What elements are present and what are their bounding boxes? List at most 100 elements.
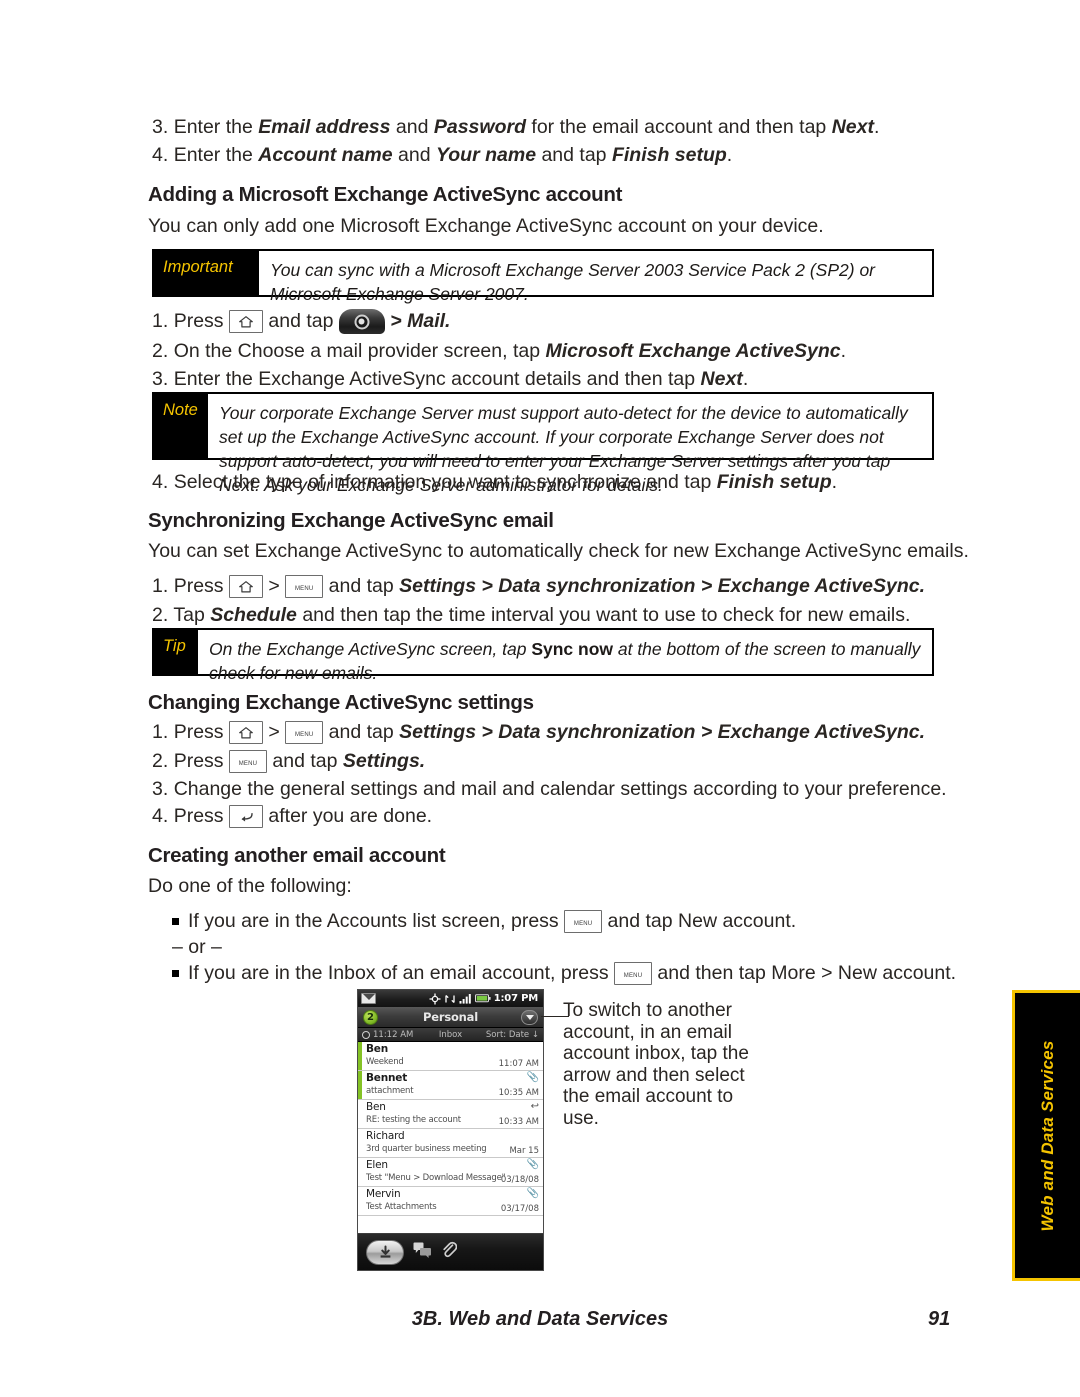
battery-icon — [474, 994, 491, 1003]
paperclip-icon[interactable] — [441, 1240, 458, 1264]
bullet-text-mid: and tap — [607, 910, 673, 932]
menu-key-icon[interactable]: menu — [564, 910, 603, 934]
phone-status-bar: 1:07 PM — [358, 990, 543, 1007]
step-number: 1. — [152, 310, 169, 332]
replied-icon: ↩ — [530, 1101, 539, 1112]
account-name-label: Personal — [423, 1010, 478, 1024]
status-right-icons: 1:07 PM — [429, 993, 540, 1005]
section-tab-label: Web and Data Services — [1037, 1040, 1057, 1231]
table-row[interactable]: Ben Weekend 11:07 AM — [358, 1042, 543, 1071]
table-row[interactable]: Richard 3rd quarter business meeting Mar… — [358, 1129, 543, 1158]
email-row-content — [362, 1216, 543, 1233]
step-text-pre: On the Choose a mail provider screen, ta… — [173, 340, 546, 362]
step-text: Change the general settings and mail and… — [173, 778, 947, 800]
step-text-post: . — [873, 116, 880, 138]
step-label-and-tap: and tap — [272, 750, 338, 772]
step-emphasis-finish-setup: Finish setup — [716, 471, 832, 493]
step-number: 3. — [152, 778, 169, 800]
bullet-text-pre: If you are in the Inbox of an email acco… — [188, 962, 609, 984]
heading-creating-another-email-account: Creating another email account — [148, 844, 446, 867]
table-row[interactable]: Ben RE: testing the account 10:33 AM ↩ — [358, 1100, 543, 1129]
email-list[interactable]: Ben Weekend 11:07 AM Bennet attachment 1… — [358, 1042, 543, 1233]
heading-changing-exchange-settings: Changing Exchange ActiveSync settings — [148, 691, 534, 714]
callout-important: Important You can sync with a Microsoft … — [152, 249, 934, 304]
phone-inbox-subbar: 11:12 AM Inbox Sort: Date ↓ — [358, 1028, 543, 1042]
callout-body-tip: On the Exchange ActiveSync screen, tap S… — [196, 630, 932, 683]
back-key-icon[interactable] — [228, 805, 263, 829]
status-left-icons — [361, 993, 376, 1004]
step-emphasis-mail: > Mail. — [390, 310, 451, 332]
status-clock: 1:07 PM — [493, 993, 538, 1004]
bullet-text-mid: and then tap — [657, 962, 766, 984]
step-separator-gt: > — [268, 721, 280, 743]
gps-icon — [429, 993, 441, 1004]
table-row[interactable]: Elen Test "Menu > Download Message" 03/1… — [358, 1158, 543, 1187]
step-1-sync-settings-path: 1. Press > menu and tap Settings > Data … — [152, 573, 925, 599]
step-emphasis-your-name: Your name — [435, 144, 537, 166]
step-text: after you are done. — [268, 805, 433, 827]
step-text-post: . — [726, 144, 733, 166]
table-row[interactable]: Mervin Test Attachments 03/17/08 📎 — [358, 1187, 543, 1216]
callout-label-important: Important — [154, 251, 257, 295]
menu-key-icon[interactable]: menu — [285, 575, 324, 599]
bullet-emphasis-more-new-account: More > New account — [771, 962, 951, 984]
email-sender: Ben — [366, 1101, 386, 1113]
step-label-press: Press — [173, 721, 224, 743]
step-1-press-home-mail: 1. Press and tap > Mail. — [152, 308, 451, 335]
step-emphasis-next: Next — [700, 368, 743, 390]
email-sender: Richard — [366, 1130, 405, 1142]
step-emphasis-settings-path: Settings > Data synchronization > Exchan… — [399, 721, 926, 743]
step-text-pre: Enter the Exchange ActiveSync account de… — [173, 368, 701, 390]
footer-section-title: 3B. Web and Data Services — [411, 1308, 669, 1330]
menu-key-label: menu — [573, 916, 593, 927]
step-number: 4. — [152, 805, 169, 827]
step-emphasis-next: Next — [831, 116, 874, 138]
compose-messages-icon[interactable] — [413, 1242, 432, 1262]
step-4-select-info-type: 4. Select the type of information you wa… — [152, 469, 837, 495]
step-label-and-tap: and tap — [268, 310, 334, 332]
step-number: 3. — [152, 116, 169, 138]
download-messages-button[interactable] — [366, 1239, 404, 1265]
step-label-press: Press — [173, 575, 224, 597]
home-key-icon[interactable] — [228, 310, 263, 334]
step-text-pre: Tap — [173, 604, 211, 626]
email-sender: Elen — [366, 1159, 388, 1171]
table-row[interactable]: Bennet attachment 10:35 AM 📎 — [358, 1071, 543, 1100]
step-text-pre: Enter the — [173, 116, 259, 138]
step-label-press: Press — [173, 805, 224, 827]
email-row-content: Ben Weekend 11:07 AM — [362, 1042, 543, 1070]
step-text-post: . — [831, 471, 838, 493]
email-time: 03/17/08 — [500, 1204, 539, 1214]
callout-tip: Tip On the Exchange ActiveSync screen, t… — [152, 628, 934, 683]
step-text-mid1: and — [392, 144, 436, 166]
step-separator-gt: > — [268, 575, 280, 597]
step-4-top: 4. Enter the Account name and Your name … — [152, 142, 732, 168]
tip-emphasis-sync-now: Sync now — [531, 639, 613, 659]
launcher-tab-icon[interactable] — [338, 309, 385, 335]
email-row-content: Mervin Test Attachments 03/17/08 📎 — [362, 1187, 543, 1215]
email-row-content: Richard 3rd quarter business meeting Mar… — [362, 1129, 543, 1157]
email-time: Mar 15 — [509, 1146, 539, 1156]
step-text-post: . — [840, 340, 847, 362]
menu-key-label: menu — [294, 581, 314, 592]
step-3-enter-details: 3. Enter the Exchange ActiveSync account… — [152, 366, 748, 392]
step-emphasis-email-address: Email address — [258, 116, 391, 138]
step-text-post: . — [742, 368, 749, 390]
step-text-mid1: and — [390, 116, 434, 138]
menu-key-icon[interactable]: menu — [228, 750, 267, 774]
menu-key-icon[interactable]: menu — [614, 962, 652, 986]
home-key-icon[interactable] — [228, 721, 263, 745]
account-switch-arrow-button[interactable] — [521, 1009, 538, 1025]
step-number: 2. — [152, 604, 169, 626]
manual-page: 3. Enter the Email address and Password … — [0, 0, 1080, 1397]
step-number: 4. — [152, 144, 169, 166]
folder-name-label: Inbox — [438, 1029, 463, 1040]
menu-key-icon[interactable]: menu — [285, 721, 324, 745]
signal-bars-icon — [459, 994, 471, 1004]
home-key-icon[interactable] — [228, 575, 263, 599]
bullet-square-icon — [172, 970, 179, 977]
email-row-content: Elen Test "Menu > Download Message" 03/1… — [362, 1158, 543, 1186]
attachment-icon: 📎 — [526, 1159, 539, 1170]
menu-key-label: menu — [623, 968, 643, 979]
step-2-choose-mail-provider: 2. On the Choose a mail provider screen,… — [152, 338, 846, 364]
